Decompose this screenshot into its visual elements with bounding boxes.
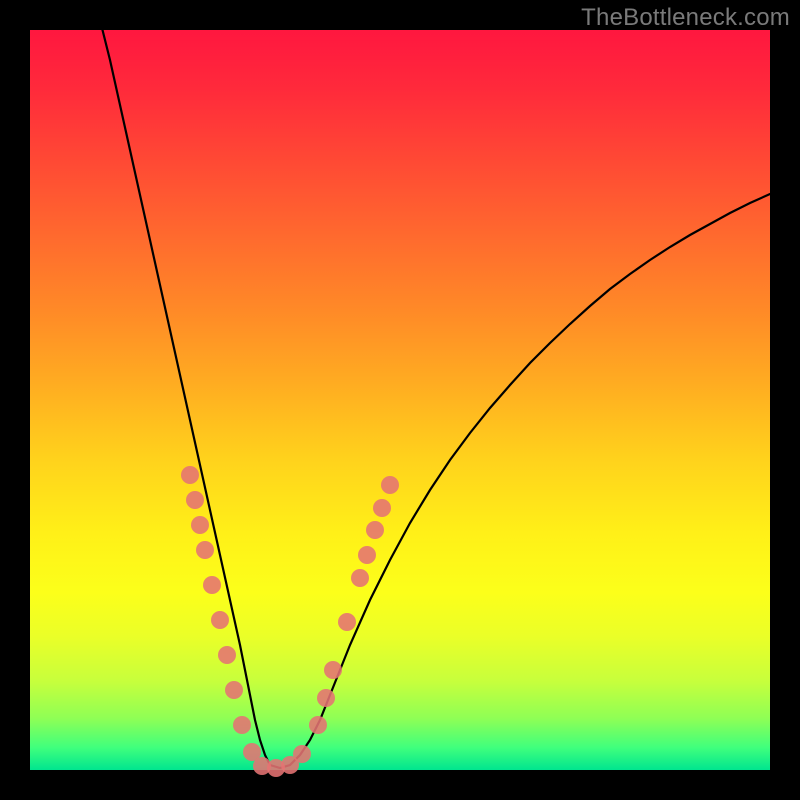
watermark-text: TheBottleneck.com	[581, 4, 790, 32]
marker-dot	[225, 681, 243, 699]
marker-dot	[233, 716, 251, 734]
marker-dot	[381, 476, 399, 494]
marker-dot	[203, 576, 221, 594]
marker-dot	[317, 689, 335, 707]
marker-dot	[191, 516, 209, 534]
marker-group	[181, 466, 399, 777]
marker-dot	[196, 541, 214, 559]
marker-dot	[373, 499, 391, 517]
chart-frame: TheBottleneck.com	[0, 0, 800, 800]
marker-dot	[338, 613, 356, 631]
marker-dot	[366, 521, 384, 539]
marker-dot	[186, 491, 204, 509]
marker-dot	[358, 546, 376, 564]
marker-dot	[309, 716, 327, 734]
marker-dot	[218, 646, 236, 664]
plot-area	[30, 30, 770, 770]
curve-svg	[30, 30, 770, 770]
marker-dot	[324, 661, 342, 679]
marker-dot	[351, 569, 369, 587]
bottleneck-curve	[100, 20, 770, 768]
marker-dot	[181, 466, 199, 484]
marker-dot	[211, 611, 229, 629]
marker-dot	[293, 745, 311, 763]
